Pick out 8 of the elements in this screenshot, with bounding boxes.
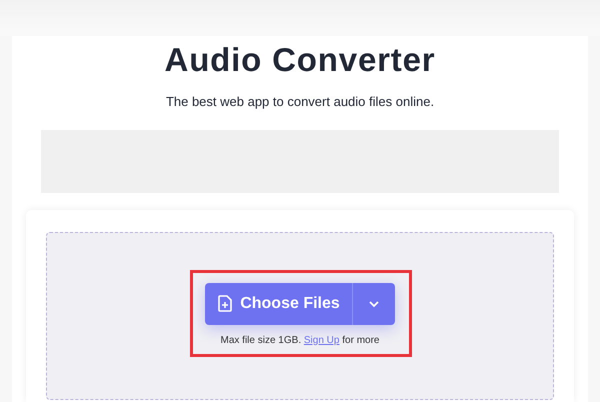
page-subtitle: The best web app to convert audio files online. bbox=[166, 93, 434, 111]
chevron-down-icon bbox=[368, 300, 380, 308]
choose-files-button[interactable]: Choose Files bbox=[205, 282, 353, 324]
file-size-note: Max file size 1GB. Sign Up for more bbox=[220, 334, 380, 348]
file-plus-icon bbox=[218, 295, 232, 312]
dropdown-button[interactable] bbox=[352, 282, 395, 324]
sign-up-link[interactable]: Sign Up bbox=[304, 334, 340, 346]
page-title: Audio Converter bbox=[164, 40, 436, 80]
